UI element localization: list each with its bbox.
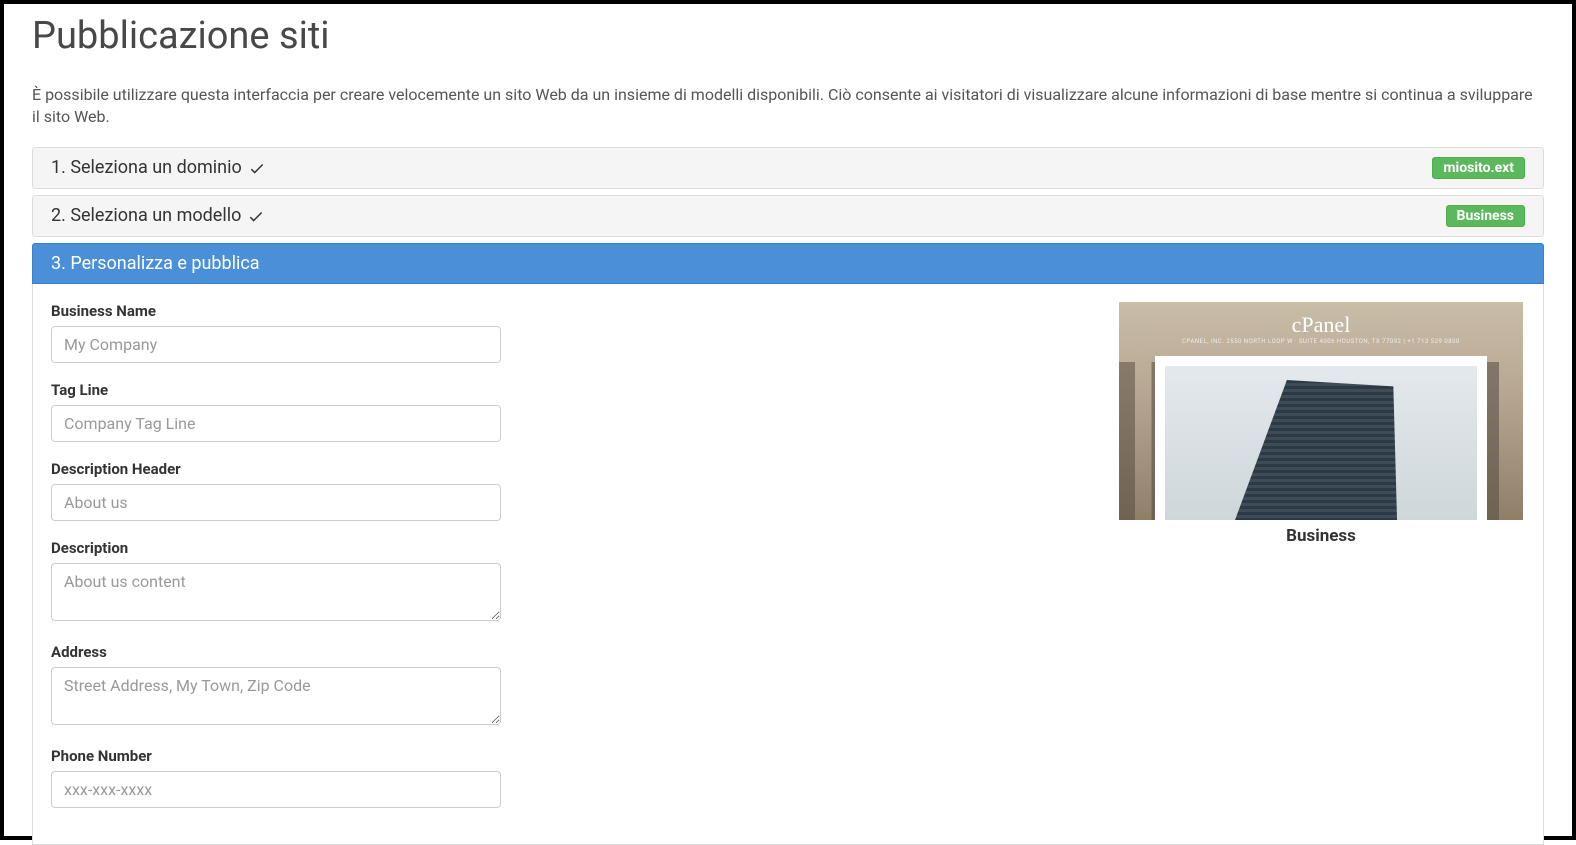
preview-logo-text: cPanel <box>1119 312 1523 338</box>
intro-text: È possibile utilizzare questa interfacci… <box>32 84 1544 129</box>
template-preview: cPanel CPANEL, INC. 2550 NORTH LOOP W · … <box>1119 302 1523 546</box>
customize-body: Business Name Tag Line Description Heade… <box>32 284 1544 845</box>
tag-line-label: Tag Line <box>51 381 501 399</box>
description-label: Description <box>51 539 501 557</box>
address-textarea[interactable] <box>51 667 501 725</box>
business-name-input[interactable] <box>51 326 501 363</box>
address-label: Address <box>51 643 501 661</box>
domain-badge: miosito.ext <box>1432 157 1525 179</box>
step1-title: 1. Seleziona un dominio <box>51 157 242 178</box>
description-textarea[interactable] <box>51 563 501 621</box>
business-name-label: Business Name <box>51 302 501 320</box>
page-title: Pubblicazione siti <box>32 14 1544 58</box>
preview-thumbnail: cPanel CPANEL, INC. 2550 NORTH LOOP W · … <box>1119 302 1523 520</box>
check-icon <box>247 205 265 226</box>
preview-label: Business <box>1119 526 1523 546</box>
step-panel-template[interactable]: 2. Seleziona un modello Business <box>32 195 1544 237</box>
desc-header-label: Description Header <box>51 460 501 478</box>
desc-header-input[interactable] <box>51 484 501 521</box>
preview-subline: CPANEL, INC. 2550 NORTH LOOP W · SUITE 4… <box>1119 338 1523 345</box>
phone-input[interactable] <box>51 771 501 808</box>
tag-line-input[interactable] <box>51 405 501 442</box>
phone-label: Phone Number <box>51 747 501 765</box>
step3-title: 3. Personalizza e pubblica <box>51 253 260 274</box>
step-panel-domain[interactable]: 1. Seleziona un dominio miosito.ext <box>32 147 1544 189</box>
step-panel-customize: 3. Personalizza e pubblica <box>32 243 1544 284</box>
template-badge: Business <box>1446 205 1525 227</box>
step2-title: 2. Seleziona un modello <box>51 205 241 226</box>
check-icon <box>248 157 266 178</box>
